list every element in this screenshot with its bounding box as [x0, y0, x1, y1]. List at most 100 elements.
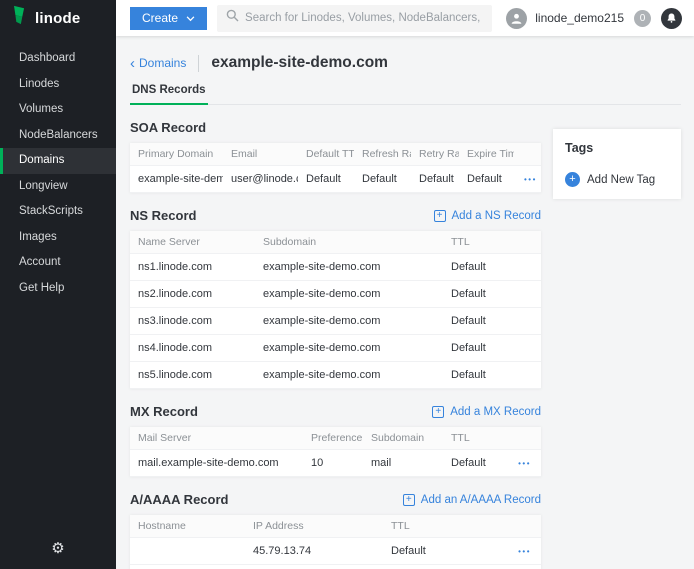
- column-header: Preference: [303, 427, 363, 450]
- ns-heading: NS Record: [130, 208, 196, 223]
- a-ip-address: 45.79.13.74: [245, 538, 383, 565]
- add-icon: +: [403, 494, 415, 506]
- column-header: [508, 427, 541, 450]
- ns-subdomain: example-site-demo.com: [255, 281, 443, 308]
- username[interactable]: linode_demo215: [535, 11, 624, 25]
- user-avatar[interactable]: [506, 8, 527, 29]
- column-header: TTL: [443, 231, 541, 254]
- ns-ttl: Default: [443, 335, 541, 362]
- back-chevron-icon: ‹: [130, 56, 135, 71]
- table-row: example-site-demo.com user@linode.com De…: [130, 166, 541, 193]
- soa-retry-rate: Default: [411, 166, 459, 193]
- mx-ttl: Default: [443, 450, 508, 477]
- tab-dns-records[interactable]: DNS Records: [130, 84, 208, 105]
- ns-ttl: Default: [443, 281, 541, 308]
- column-header: Mail Server: [130, 427, 303, 450]
- sidebar-item-dashboard[interactable]: Dashboard: [0, 46, 116, 72]
- mx-heading: MX Record: [130, 404, 198, 419]
- table-row: 45.79.13.74 Default •••: [130, 538, 541, 565]
- soa-default-ttl: Default: [298, 166, 354, 193]
- tags-panel: Tags + Add New Tag: [553, 129, 681, 199]
- tags-heading: Tags: [565, 141, 669, 155]
- linode-logo-icon: [11, 5, 28, 31]
- breadcrumb: ‹ Domains example-site-demo.com: [130, 54, 681, 72]
- ns-name-server: ns3.linode.com: [130, 308, 255, 335]
- plus-circle-icon: +: [565, 172, 580, 187]
- linode-logo[interactable]: linode: [0, 0, 116, 36]
- ns-name-server: ns1.linode.com: [130, 254, 255, 281]
- ns-ttl: Default: [443, 254, 541, 281]
- create-button-label: Create: [142, 11, 178, 25]
- sidebar-item-get-help[interactable]: Get Help: [0, 276, 116, 302]
- soa-email: user@linode.com: [223, 166, 298, 193]
- sidebar-item-images[interactable]: Images: [0, 225, 116, 251]
- add-new-tag-button[interactable]: + Add New Tag: [565, 172, 669, 187]
- ns-subdomain: example-site-demo.com: [255, 335, 443, 362]
- sidebar-item-linodes[interactable]: Linodes: [0, 72, 116, 98]
- add-a-record-label: Add an A/AAAA Record: [421, 494, 541, 506]
- tab-bar: DNS Records: [130, 84, 681, 105]
- sidebar-item-longview[interactable]: Longview: [0, 174, 116, 200]
- table-row: ns3.linode.com example-site-demo.com Def…: [130, 308, 541, 335]
- notification-count-badge[interactable]: 0: [634, 10, 651, 27]
- add-new-tag-label: Add New Tag: [587, 174, 655, 186]
- table-row: ns2.linode.com example-site-demo.com Def…: [130, 281, 541, 308]
- column-header: Expire Time: [459, 143, 514, 166]
- row-actions-menu-icon[interactable]: •••: [516, 459, 533, 468]
- create-button[interactable]: Create: [130, 7, 207, 30]
- column-header: Hostname: [130, 515, 245, 538]
- ns-subdomain: example-site-demo.com: [255, 362, 443, 389]
- column-header: Subdomain: [255, 231, 443, 254]
- column-header: [498, 515, 541, 538]
- ns-name-server: ns5.linode.com: [130, 362, 255, 389]
- soa-refresh-rate: Default: [354, 166, 411, 193]
- breadcrumb-divider: [198, 55, 199, 72]
- a-ttl: Default: [383, 538, 498, 565]
- mx-header-row: Mail Server Preference Subdomain TTL: [130, 427, 541, 450]
- search-bar: [217, 5, 492, 32]
- notifications-bell-icon[interactable]: [661, 8, 682, 29]
- sidebar-item-stackscripts[interactable]: StackScripts: [0, 199, 116, 225]
- ns-subdomain: example-site-demo.com: [255, 254, 443, 281]
- soa-heading: SOA Record: [130, 120, 206, 135]
- add-ns-record-button[interactable]: + Add a NS Record: [434, 210, 542, 222]
- add-mx-record-button[interactable]: + Add a MX Record: [432, 406, 541, 418]
- sidebar-item-domains[interactable]: Domains: [0, 148, 116, 174]
- ns-ttl: Default: [443, 308, 541, 335]
- mx-subdomain: mail: [363, 450, 443, 477]
- soa-expire-time: Default: [459, 166, 514, 193]
- add-mx-record-label: Add a MX Record: [450, 406, 541, 418]
- breadcrumb-back-link[interactable]: ‹ Domains: [130, 56, 186, 71]
- row-actions-menu-icon[interactable]: •••: [522, 175, 539, 184]
- logo-wordmark: linode: [35, 10, 80, 27]
- table-row: mail.example-site-demo.com 10 mail Defau…: [130, 450, 541, 477]
- add-ns-record-label: Add a NS Record: [452, 210, 542, 222]
- ns-name-server: ns2.linode.com: [130, 281, 255, 308]
- column-header: TTL: [443, 427, 508, 450]
- sidebar-item-volumes[interactable]: Volumes: [0, 97, 116, 123]
- page-title: example-site-demo.com: [211, 54, 388, 72]
- add-icon: +: [434, 210, 446, 222]
- column-header: TTL: [383, 515, 498, 538]
- column-header: Retry Rate: [411, 143, 459, 166]
- sidebar-item-account[interactable]: Account: [0, 250, 116, 276]
- table-row: mail 45.79.13.74 Default •••: [130, 565, 541, 569]
- soa-table: Primary Domain Email Default TTL Refresh…: [130, 143, 541, 193]
- search-input[interactable]: [245, 12, 483, 24]
- sidebar-nav: Dashboard Linodes Volumes NodeBalancers …: [0, 46, 116, 301]
- add-a-record-button[interactable]: + Add an A/AAAA Record: [403, 494, 541, 506]
- table-row: ns5.linode.com example-site-demo.com Def…: [130, 362, 541, 389]
- soa-primary-domain: example-site-demo.com: [130, 166, 223, 193]
- search-icon: [226, 9, 239, 27]
- app-window: linode Dashboard Linodes Volumes NodeBal…: [0, 0, 694, 569]
- breadcrumb-label: Domains: [139, 56, 186, 70]
- column-header: Default TTL: [298, 143, 354, 166]
- mx-preference: 10: [303, 450, 363, 477]
- table-row: ns1.linode.com example-site-demo.com Def…: [130, 254, 541, 281]
- settings-gear-icon[interactable]: ⚙: [0, 539, 116, 557]
- row-actions-menu-icon[interactable]: •••: [516, 547, 533, 556]
- column-header: Subdomain: [363, 427, 443, 450]
- sidebar-item-nodebalancers[interactable]: NodeBalancers: [0, 123, 116, 149]
- ns-name-server: ns4.linode.com: [130, 335, 255, 362]
- a-ip-address: 45.79.13.74: [245, 565, 383, 569]
